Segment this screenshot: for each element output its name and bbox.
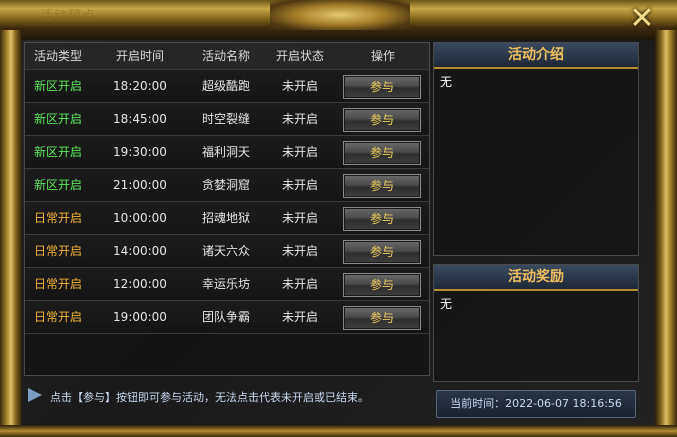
activity-state: 未开启 [281,178,318,192]
table-row: 新区开启 18:45:00 时空裂缝 未开启 参与 [25,103,429,136]
activity-name: 团队争霸 [201,310,250,324]
join-button[interactable]: 参与 [343,306,421,330]
header-name: 活动名称 [201,49,250,63]
activity-type: 日常开启 [33,277,82,291]
table-row: 新区开启 19:30:00 福利洞天 未开启 参与 [25,136,429,169]
activity-window: 活动预点 ✕ 活动类型 开启时间 活动名称 开启状态 操作 新区开启 18:20:… [0,0,677,437]
header-time: 开启时间 [115,49,164,63]
table-row: 日常开启 10:00:00 招魂地狱 未开启 参与 [25,202,429,235]
activity-name: 幸运乐坊 [201,277,250,291]
intro-content: 无 [440,75,453,89]
activity-type: 日常开启 [33,310,82,324]
activity-state: 未开启 [281,211,318,225]
activity-type: 新区开启 [33,178,82,192]
join-button[interactable]: 参与 [343,240,421,264]
activity-name: 超级酷跑 [201,79,250,93]
intro-panel: 活动介绍 无 [433,42,639,256]
reward-panel: 活动奖励 无 [433,264,639,382]
activity-name: 招魂地狱 [201,211,250,225]
activity-name: 福利洞天 [201,145,250,159]
activity-name: 贪婪洞窟 [201,178,250,192]
start-time: 18:45:00 [113,112,167,126]
activity-name: 时空裂缝 [201,112,250,126]
join-button[interactable]: 参与 [343,108,421,132]
header-type: 活动类型 [33,49,82,63]
hint-text: 点击【参与】按钮即可参与活动，无法点击代表未开启或已结束。 [50,391,369,404]
frame-right [655,30,677,437]
header-state: 开启状态 [275,49,324,63]
join-button[interactable]: 参与 [343,141,421,165]
activity-name: 诸天六众 [201,244,250,258]
close-button[interactable]: ✕ [625,4,659,36]
frame-top [0,0,677,40]
activity-state: 未开启 [281,310,318,324]
table-row: 新区开启 18:20:00 超级酷跑 未开启 参与 [25,70,429,103]
intro-title: 活动介绍 [434,43,638,69]
frame-left [0,30,22,437]
table-header: 活动类型 开启时间 活动名称 开启状态 操作 [25,43,429,70]
activity-state: 未开启 [281,112,318,126]
start-time: 18:20:00 [113,79,167,93]
reward-content: 无 [440,297,453,311]
start-time: 19:00:00 [113,310,167,324]
activity-type: 日常开启 [33,244,82,258]
start-time: 10:00:00 [113,211,167,225]
activity-type: 日常开启 [33,211,82,225]
activity-type: 新区开启 [33,79,82,93]
current-time: 当前时间：2022-06-07 18:16:56 [436,390,636,418]
reward-title: 活动奖励 [434,265,638,291]
table-row: 日常开启 12:00:00 幸运乐坊 未开启 参与 [25,268,429,301]
join-button[interactable]: 参与 [343,207,421,231]
activity-type: 新区开启 [33,145,82,159]
activity-table: 活动类型 开启时间 活动名称 开启状态 操作 新区开启 18:20:00 超级酷跑未… [24,42,430,376]
start-time: 21:00:00 [113,178,167,192]
frame-bottom [0,425,677,437]
start-time: 14:00:00 [113,244,167,258]
table-row: 新区开启 21:00:00 贪婪洞窟 未开启 参与 [25,169,429,202]
start-time: 12:00:00 [113,277,167,291]
activity-state: 未开启 [281,145,318,159]
arrow-right-icon [28,388,42,402]
table-row: 日常开启 14:00:00 诸天六众 未开启 参与 [25,235,429,268]
start-time: 19:30:00 [113,145,167,159]
activity-type: 新区开启 [33,112,82,126]
table-row: 日常开启 19:00:00 团队争霸 未开启 参与 [25,301,429,334]
join-button[interactable]: 参与 [343,75,421,99]
activity-state: 未开启 [281,79,318,93]
activity-state: 未开启 [281,277,318,291]
window-title: 活动预点 [40,9,97,24]
join-button[interactable]: 参与 [343,174,421,198]
join-button[interactable]: 参与 [343,273,421,297]
header-action: 操作 [370,49,395,63]
activity-state: 未开启 [281,244,318,258]
